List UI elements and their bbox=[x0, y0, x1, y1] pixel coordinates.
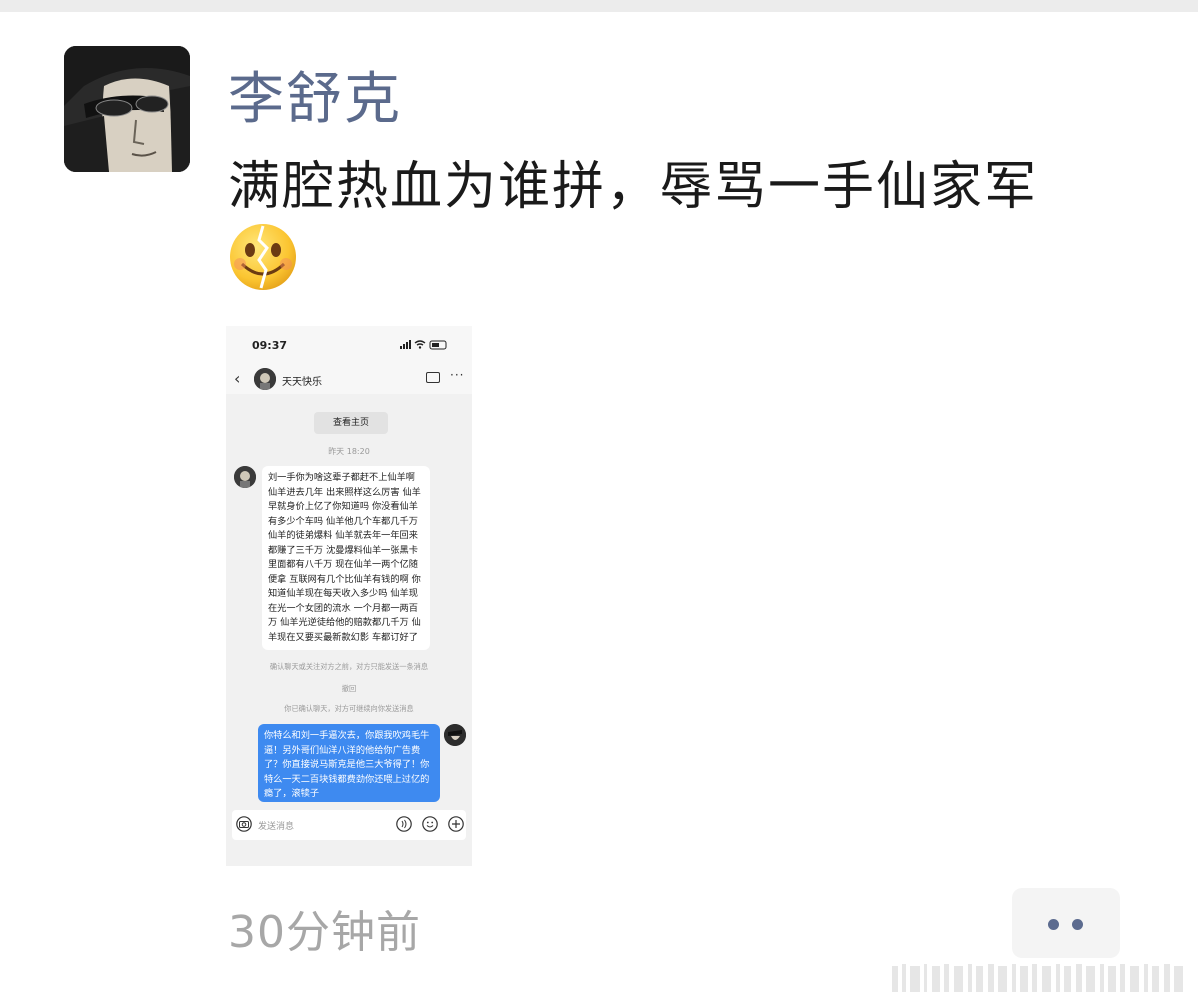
avatar-image bbox=[64, 46, 190, 172]
contact-avatar[interactable] bbox=[254, 368, 276, 390]
camera-icon[interactable] bbox=[236, 816, 252, 832]
view-profile-button[interactable]: 查看主页 bbox=[314, 412, 388, 434]
voice-icon[interactable] bbox=[396, 816, 412, 832]
dot bbox=[1048, 919, 1059, 930]
plus-icon[interactable] bbox=[448, 816, 464, 832]
chat-more-icon[interactable]: ··· bbox=[450, 368, 464, 382]
back-icon[interactable]: ‹ bbox=[234, 369, 240, 388]
contact-avatar-image bbox=[254, 368, 276, 390]
sent-message-bubble: 你特么和刘一手逼次去，你跟我吹鸡毛牛逼！另外哥们仙洋八洋的他给你广告费了？你直接… bbox=[258, 724, 440, 802]
sender-avatar-image bbox=[234, 466, 256, 488]
dot bbox=[1072, 919, 1083, 930]
phone-time: 09:37 bbox=[252, 339, 288, 352]
system-note: 你已确认聊天，对方可继续向你发送消息 bbox=[284, 704, 414, 713]
top-bar bbox=[0, 0, 1198, 12]
message-input[interactable]: 发送消息 bbox=[258, 819, 294, 832]
author-name[interactable]: 李舒克 bbox=[228, 54, 402, 135]
broken-smile-emoji-icon bbox=[230, 224, 296, 290]
message-timestamp: 昨天 18:20 bbox=[328, 447, 370, 456]
post-time: 30分钟前 bbox=[228, 907, 421, 958]
phone-status-icons bbox=[400, 340, 450, 353]
contact-name: 天天快乐 bbox=[282, 377, 322, 388]
phone-chat-header: ‹ 天天快乐 ··· bbox=[226, 366, 472, 394]
post-text: 满腔热血为谁拼，辱骂一手仙家军 bbox=[228, 157, 1039, 217]
sender-avatar bbox=[234, 466, 256, 488]
received-message-bubble: 刘一手你为啥这辈子都赶不上仙羊啊 仙羊进去几年 出来照样这么厉害 仙羊早就身价上… bbox=[262, 466, 430, 650]
chat-screenshot[interactable]: 09:37 ‹ 天天快乐 ··· 查看主页 昨天 18:20 刘一手你为啥这辈子… bbox=[226, 326, 472, 866]
watermark-icon bbox=[892, 964, 1183, 992]
system-note: 撤回 bbox=[341, 684, 357, 693]
video-call-icon[interactable] bbox=[426, 372, 440, 383]
system-note: 确认聊天或关注对方之前，对方只能发送一条消息 bbox=[269, 662, 429, 671]
signal-wifi-battery-icon bbox=[400, 340, 447, 350]
self-avatar-image bbox=[444, 724, 466, 746]
more-dots-icon[interactable] bbox=[1012, 888, 1120, 958]
self-avatar bbox=[444, 724, 466, 746]
author-avatar[interactable] bbox=[64, 46, 190, 172]
message-input-bar[interactable]: 发送消息 bbox=[232, 810, 466, 840]
emoji-icon[interactable] bbox=[422, 816, 438, 832]
phone-status-bar: 09:37 bbox=[226, 326, 472, 366]
